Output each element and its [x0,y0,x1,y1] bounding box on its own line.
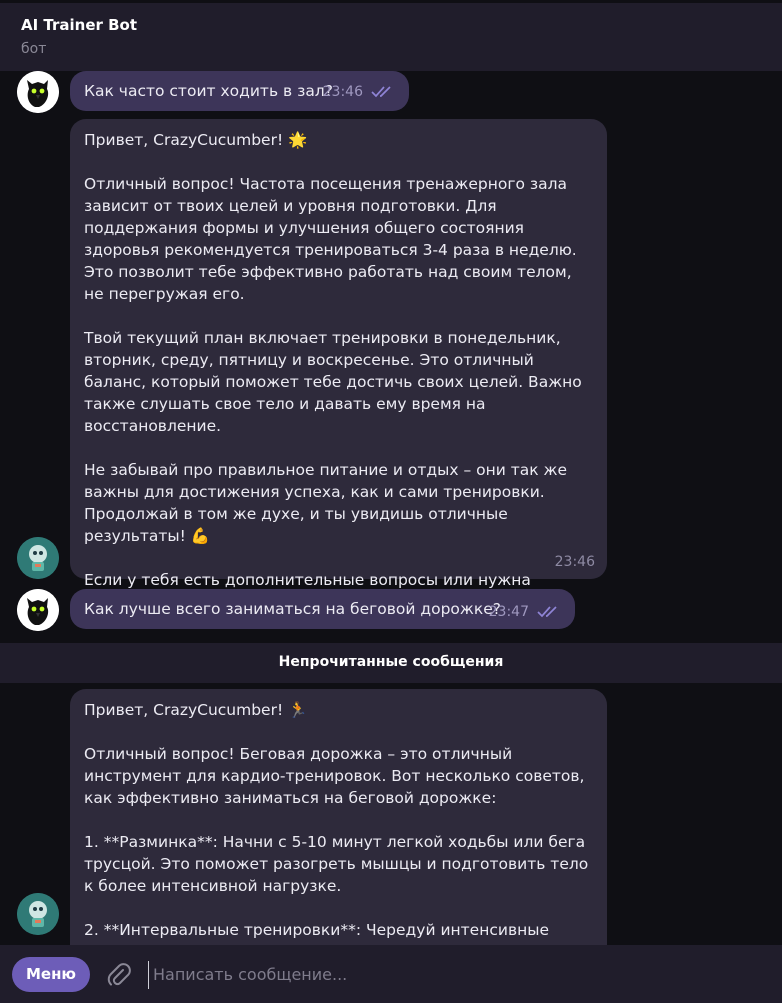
chat-header[interactable]: AI Trainer Bot бот [0,0,782,71]
message-bubble-user[interactable]: Как лучше всего заниматься на беговой до… [70,589,575,629]
message-bubble-user[interactable]: Как часто стоит ходить в зал? 23:46 [70,71,409,111]
double-check-icon [371,86,391,98]
paperclip-icon [107,963,131,986]
message-text: Привет, CrazyCucumber! 🌟 Отличный вопрос… [84,131,582,611]
message-text: Как часто стоит ходить в зал? [84,82,333,100]
robot-icon [17,893,59,935]
robot-icon [17,537,59,579]
message-text: Как лучше всего заниматься на беговой до… [84,600,502,618]
bot-avatar[interactable] [17,537,59,579]
double-check-icon [537,606,557,618]
user-avatar[interactable] [17,589,59,631]
menu-button[interactable]: Меню [12,957,90,992]
message-composer: Меню Написать сообщение... [0,945,782,1003]
message-bubble-bot[interactable]: Привет, CrazyCucumber! 🌟 Отличный вопрос… [70,119,607,611]
user-avatar[interactable] [17,71,59,113]
message-time: 23:47 [488,604,529,620]
chat-subtitle: бот [21,41,47,57]
unread-divider: Непрочитанные сообщения [0,643,782,683]
message-text: Привет, CrazyCucumber! 🏃 Отличный вопрос… [84,701,589,939]
message-list[interactable]: Как часто стоит ходить в зал? 23:46 Прив… [0,71,782,945]
message-input[interactable]: Написать сообщение... [148,961,753,989]
crow-icon [17,71,59,113]
message-time: 23:46 [554,554,595,570]
chat-title: AI Trainer Bot [21,16,138,34]
message-time: 23:46 [322,84,363,100]
bot-avatar[interactable] [17,893,59,935]
crow-icon [17,589,59,631]
message-bubble-bot[interactable]: Привет, CrazyCucumber! 🏃 Отличный вопрос… [70,689,607,945]
attach-button[interactable] [104,961,132,989]
